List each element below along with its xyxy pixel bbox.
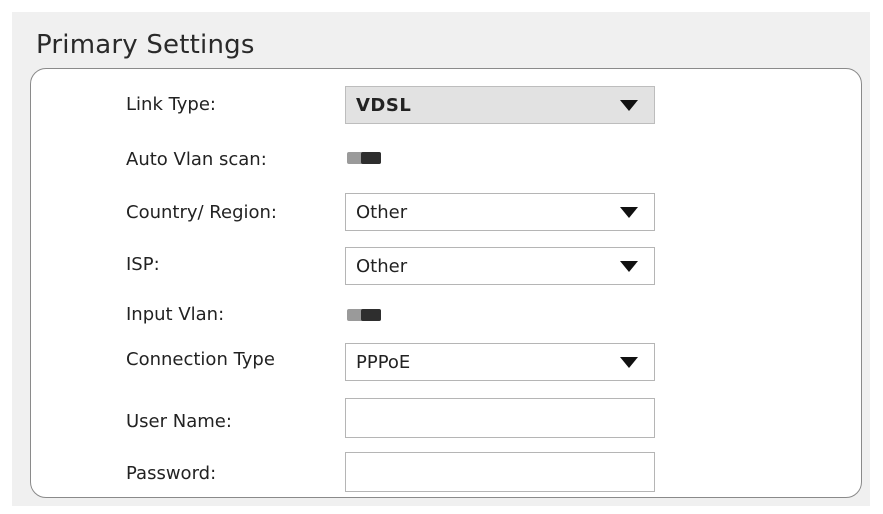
link-type-label: Link Type:: [126, 94, 216, 115]
user-name-label: User Name:: [126, 411, 232, 432]
user-name-input[interactable]: [345, 398, 655, 438]
password-label: Password:: [126, 463, 217, 484]
caret-down-icon: [620, 357, 638, 368]
link-type-select[interactable]: VDSL: [345, 86, 655, 124]
auto-vlan-scan-toggle[interactable]: [347, 152, 381, 164]
caret-down-icon: [620, 261, 638, 272]
input-vlan-toggle[interactable]: [347, 309, 381, 321]
connection-type-value: PPPoE: [356, 351, 411, 373]
isp-value: Other: [356, 255, 408, 277]
connection-type-select[interactable]: PPPoE: [345, 343, 655, 381]
toggle-knob: [361, 309, 381, 321]
country-region-select[interactable]: Other: [345, 193, 655, 231]
password-input[interactable]: [345, 452, 655, 492]
settings-card: Link Type: VDSL Auto Vlan scan: Country/…: [30, 68, 862, 498]
auto-vlan-scan-label: Auto Vlan scan:: [126, 149, 267, 170]
input-vlan-label: Input Vlan:: [126, 304, 225, 325]
caret-down-icon: [620, 100, 638, 111]
toggle-knob: [361, 152, 381, 164]
isp-label: ISP:: [126, 254, 160, 275]
primary-settings-panel: Primary Settings Link Type: VDSL Auto Vl…: [12, 12, 870, 506]
country-region-value: Other: [356, 201, 408, 223]
caret-down-icon: [620, 207, 638, 218]
link-type-value: VDSL: [356, 94, 412, 116]
country-region-label: Country/ Region:: [126, 202, 277, 223]
isp-select[interactable]: Other: [345, 247, 655, 285]
connection-type-label: Connection Type: [126, 349, 275, 370]
panel-title: Primary Settings: [36, 30, 255, 60]
